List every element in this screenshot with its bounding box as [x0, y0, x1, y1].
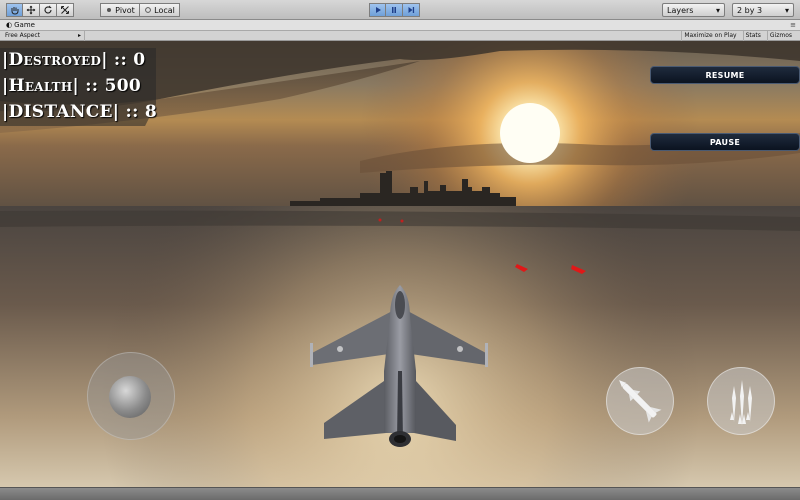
- move-tool-button[interactable]: [23, 3, 40, 17]
- aspect-label: Free Aspect: [5, 32, 41, 39]
- layers-dropdown[interactable]: Layers ▾: [662, 3, 725, 17]
- rotate-tool-button[interactable]: [40, 3, 57, 17]
- aspect-dropdown[interactable]: Free Aspect ▸: [5, 31, 85, 41]
- rotate-tool-icon: [44, 5, 52, 14]
- dropdown-arrow-icon: ▸: [77, 32, 81, 39]
- scale-tool-button[interactable]: [57, 3, 74, 17]
- game-tab-header: ◐ Game ≡: [0, 20, 800, 31]
- sun: [500, 103, 560, 163]
- scale-tool-icon: [61, 6, 69, 14]
- game-tab-title: Game: [14, 21, 35, 29]
- transform-tools: [6, 3, 74, 17]
- game-view-options: Maximize on Play Stats Gizmos: [681, 31, 794, 41]
- pivot-toggles: Pivot Local: [100, 3, 180, 17]
- play-controls: [369, 3, 420, 17]
- step-button[interactable]: [403, 3, 420, 17]
- move-tool-icon: [26, 5, 36, 15]
- maximize-on-play-toggle[interactable]: Maximize on Play: [681, 31, 738, 41]
- gizmos-toggle[interactable]: Gizmos: [766, 31, 794, 41]
- hand-tool-icon: [11, 7, 18, 15]
- stats-toggle[interactable]: Stats: [742, 31, 763, 41]
- joystick-knob[interactable]: [109, 376, 151, 418]
- pivot-label: Pivot: [115, 5, 135, 15]
- play-button[interactable]: [369, 3, 386, 17]
- local-icon: [145, 7, 152, 13]
- game-tab[interactable]: ◐ Game: [6, 20, 35, 31]
- missile-icon: [619, 380, 662, 423]
- bombs-icon: [730, 380, 752, 426]
- pause-game-button[interactable]: PAUSE: [650, 133, 800, 151]
- pivot-icon: [107, 8, 112, 12]
- health-counter: |Health| :: 500: [2, 76, 141, 96]
- play-icon: [375, 7, 381, 13]
- layout-label: 2 by 3: [737, 5, 763, 15]
- tab-menu-icon[interactable]: ≡: [790, 20, 796, 31]
- hand-tool-button[interactable]: [6, 3, 23, 17]
- layout-dropdown[interactable]: 2 by 3 ▾: [732, 3, 794, 17]
- local-button[interactable]: Local: [140, 3, 180, 17]
- dropdown-arrow-icon: ▾: [715, 5, 720, 15]
- enemy-dot: [400, 219, 404, 223]
- destroyed-counter: |Destroyed| :: 0: [2, 50, 146, 70]
- fire-missile-button[interactable]: [606, 367, 674, 435]
- layers-label: Layers: [667, 5, 694, 15]
- enemy-dot: [378, 218, 382, 222]
- resume-button[interactable]: RESUME: [650, 66, 800, 84]
- distance-counter: |DISTANCE| :: 8: [2, 102, 157, 122]
- editor-status-bar: [0, 487, 800, 500]
- local-label: Local: [154, 5, 175, 15]
- step-icon: [408, 7, 415, 13]
- game-view-toolbar: Free Aspect ▸ Maximize on Play Stats Giz…: [0, 31, 800, 41]
- pause-icon: [392, 7, 396, 13]
- dropdown-arrow-icon: ▾: [784, 5, 789, 15]
- fire-bombs-button[interactable]: [707, 367, 775, 435]
- pivot-button[interactable]: Pivot: [100, 3, 140, 17]
- pause-button[interactable]: [386, 3, 403, 17]
- editor-toolbar: Pivot Local Layers ▾ 2 by 3 ▾: [0, 0, 800, 20]
- game-tab-icon: ◐: [6, 21, 13, 29]
